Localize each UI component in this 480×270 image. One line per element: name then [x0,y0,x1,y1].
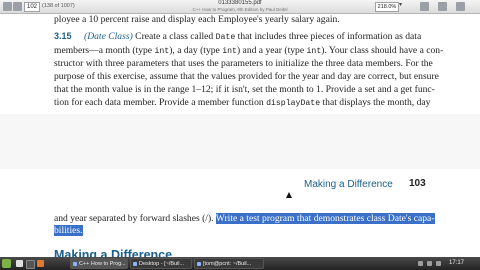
mouse-cursor-icon [286,192,292,198]
page-number: 103 [409,178,426,189]
line-6-post: that displays the month, day [320,97,431,108]
page-count: (138 of 1007) [42,3,75,9]
code-displaydate: displayDate [266,99,321,108]
selected-text-1[interactable]: Write a test program that demonstrates c… [215,213,435,224]
network-icon[interactable] [418,261,423,266]
selected-text-2[interactable]: bilities. [54,225,83,236]
task-pdf-viewer[interactable]: C++ How to Prog... [70,258,128,269]
menu-icon[interactable] [456,2,465,11]
document-title: 0133380155.pdf [218,0,262,6]
code-int-3: int [306,47,322,56]
text-line-7[interactable]: and year separated by forward slashes (/… [54,213,435,224]
line-2-d: ). Your class should have a con- [321,45,444,56]
find-icon[interactable] [420,2,429,11]
next-page-icon[interactable] [13,2,22,11]
text-line-4: purpose of this exercise, assume that th… [54,71,439,82]
line-7-plain: and year separated by forward slashes (/… [54,213,216,224]
task-file-manager[interactable]: Desktop - [~/Buil... [130,258,192,269]
code-int-1: int [154,47,170,56]
line-0-text: ployee a 10 percent raise and display ea… [54,14,340,25]
viewer-toolbar: 102 (138 of 1007) 0133380155.pdf C++ How… [0,0,480,14]
running-head: Making a Difference [304,179,393,190]
clock[interactable]: 17:17 [449,257,464,270]
line-1-post: that includes three pieces of informatio… [235,31,422,42]
page-number-input[interactable]: 102 [24,2,40,12]
document-page: ployee a 10 percent raise and display ea… [0,14,480,262]
text-line-6: tion for each data member. Provide a mem… [54,97,430,109]
document-subtitle: C++ How to Program, 9th Edition by Paul … [192,7,288,12]
battery-icon[interactable] [436,261,441,266]
taskbar: C++ How to Prog... Desktop - [~/Buil... … [0,257,480,270]
line-1-pre: Create a class called [132,31,216,42]
line-2-b: ), a day (type [169,45,223,56]
start-menu-icon[interactable] [2,259,11,268]
code-int-2: int [222,47,237,56]
line-2-c: ) and a year (type [236,45,307,56]
text-line-5: that the month value is in the range 1–1… [54,84,435,95]
line-2-a: members—a month (type [54,45,155,56]
exercise-number: 3.15 [54,31,72,41]
code-date: Date [215,33,236,42]
zoom-dropdown-icon[interactable]: ▾ [399,1,402,8]
document-title-area: 0133380155.pdf C++ How to Program, 9th E… [165,0,315,12]
text-line-1: (Date Class) Create a class called Date … [84,31,421,43]
browser-launcher-icon[interactable] [37,260,44,267]
volume-icon[interactable] [427,261,432,266]
line-6-pre: tion for each data member. Provide a mem… [54,97,267,108]
text-line-3: structor with three parameters that uses… [54,58,433,69]
text-line-0: ployee a 10 percent raise and display ea… [54,14,340,25]
prev-page-icon[interactable] [3,2,12,11]
terminal-launcher-icon[interactable] [26,260,35,269]
task-terminal[interactable]: [tom@pcnt: ~/Buil... [194,258,264,269]
text-line-8[interactable]: bilities. [54,225,83,236]
text-line-2: members—a month (type int), a day (type … [54,45,443,57]
exercise-lead: (Date Class) [84,31,133,42]
zoom-field[interactable]: 218.0% [375,2,399,12]
sidebar-icon[interactable] [438,2,447,11]
page-break-gap [0,114,480,169]
files-launcher-icon[interactable] [16,260,23,267]
